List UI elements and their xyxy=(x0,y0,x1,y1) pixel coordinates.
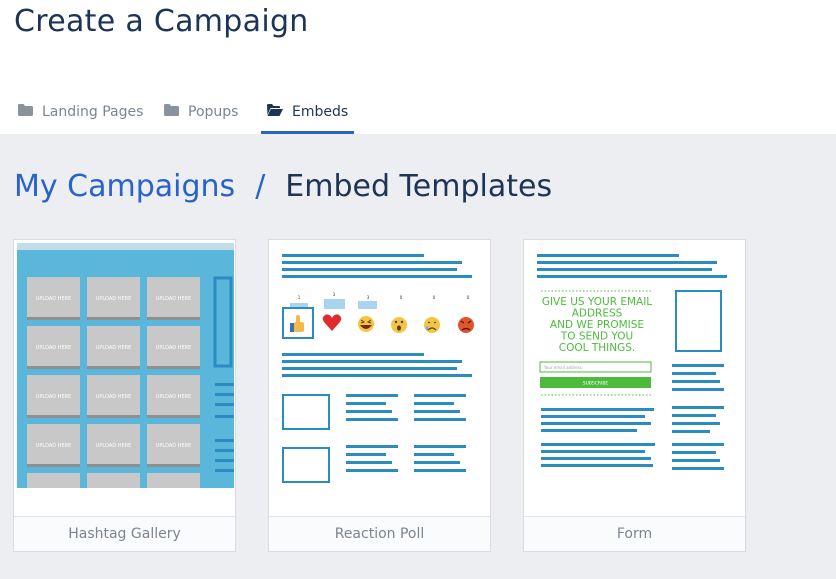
template-card-form[interactable]: GIVE US YOUR EMAIL ADDRESS AND WE PROMISE T… xyxy=(523,239,746,552)
form-headline-line: ADDRESS xyxy=(572,308,623,320)
tab-landing-pages[interactable]: Landing Pages xyxy=(18,90,143,134)
form-headline-line: AND WE PROMISE xyxy=(550,319,644,331)
folder-icon xyxy=(18,104,33,120)
svg-text:UPLOAD HERE: UPLOAD HERE xyxy=(36,345,72,351)
tab-landing-pages-label: Landing Pages xyxy=(42,104,144,120)
template-preview: 1 3 3 0 0 0 xyxy=(272,243,489,488)
poll-count: 3 xyxy=(333,292,336,297)
campaign-type-tabs: Landing Pages Popups Embeds xyxy=(0,90,836,134)
poll-count: 3 xyxy=(367,295,370,300)
form-headline-line: GIVE US YOUR EMAIL xyxy=(542,296,652,308)
template-name: Form xyxy=(524,516,745,551)
content-area: My Campaigns / Embed Templates UPLOAD HE… xyxy=(0,134,836,579)
svg-text:UPLOAD HERE: UPLOAD HERE xyxy=(36,296,72,302)
sad-emoji-icon xyxy=(424,317,440,333)
laughing-emoji-icon xyxy=(358,316,374,332)
svg-text:UPLOAD HERE: UPLOAD HERE xyxy=(96,394,132,400)
upload-tile: UPLOAD HERE xyxy=(147,326,200,369)
upload-tile: UPLOAD HERE xyxy=(27,326,80,369)
svg-text:UPLOAD HERE: UPLOAD HERE xyxy=(156,345,192,351)
svg-text:SUBSCRIBE: SUBSCRIBE xyxy=(583,381,609,387)
template-name: Hashtag Gallery xyxy=(14,516,235,551)
tab-popups[interactable]: Popups xyxy=(164,90,238,134)
upload-tile: UPLOAD HERE xyxy=(27,473,80,488)
upload-tile: UPLOAD HERE xyxy=(27,424,80,467)
folder-icon xyxy=(164,104,179,120)
breadcrumb: My Campaigns / Embed Templates xyxy=(14,169,552,204)
form-headline-line: TO SEND YOU xyxy=(560,331,633,343)
upload-tile: UPLOAD HERE xyxy=(87,375,140,418)
poll-count: 0 xyxy=(400,295,403,300)
breadcrumb-current: Embed Templates xyxy=(285,169,553,204)
tab-popups-label: Popups xyxy=(188,104,239,120)
tab-embeds[interactable]: Embeds xyxy=(260,90,355,134)
upload-tile: UPLOAD HERE xyxy=(87,424,140,467)
svg-text:UPLOAD HERE: UPLOAD HERE xyxy=(156,296,192,302)
upload-tile: UPLOAD HERE xyxy=(87,473,140,488)
angry-emoji-icon xyxy=(458,317,474,333)
svg-text:UPLOAD HERE: UPLOAD HERE xyxy=(96,345,132,351)
upload-tile: UPLOAD HERE xyxy=(147,424,200,467)
poll-count: 0 xyxy=(433,295,436,300)
breadcrumb-my-campaigns[interactable]: My Campaigns xyxy=(14,169,235,204)
upload-tile: UPLOAD HERE xyxy=(87,277,140,320)
upload-tile: UPLOAD HERE xyxy=(147,473,200,488)
template-card-reaction-poll[interactable]: 1 3 3 0 0 0 Reaction Poll xyxy=(268,239,491,552)
template-preview: GIVE US YOUR EMAIL ADDRESS AND WE PROMISE T… xyxy=(527,243,744,488)
poll-count: 1 xyxy=(298,295,301,300)
template-preview: UPLOAD HERE UPLOAD HERE UPLOAD HERE UPLOAD … xyxy=(17,243,234,488)
svg-text:Your email address: Your email address xyxy=(543,365,582,370)
page-title: Create a Campaign xyxy=(14,4,309,39)
folder-open-icon xyxy=(267,104,283,120)
svg-text:UPLOAD HERE: UPLOAD HERE xyxy=(156,394,192,400)
svg-text:UPLOAD HERE: UPLOAD HERE xyxy=(156,443,192,449)
wow-emoji-icon xyxy=(391,317,407,333)
breadcrumb-separator: / xyxy=(255,169,266,204)
tab-embeds-label: Embeds xyxy=(292,104,349,120)
template-name: Reaction Poll xyxy=(269,516,490,551)
upload-tile: UPLOAD HERE xyxy=(87,326,140,369)
svg-text:UPLOAD HERE: UPLOAD HERE xyxy=(36,394,72,400)
svg-text:UPLOAD HERE: UPLOAD HERE xyxy=(96,296,132,302)
svg-text:UPLOAD HERE: UPLOAD HERE xyxy=(96,443,132,449)
form-headline-line: COOL THINGS. xyxy=(559,342,635,354)
upload-tile: UPLOAD HERE xyxy=(147,375,200,418)
svg-text:UPLOAD HERE: UPLOAD HERE xyxy=(36,443,72,449)
upload-tile: UPLOAD HERE xyxy=(27,375,80,418)
upload-tile: UPLOAD HERE xyxy=(27,277,80,320)
upload-tile: UPLOAD HERE xyxy=(147,277,200,320)
template-card-hashtag-gallery[interactable]: UPLOAD HERE UPLOAD HERE UPLOAD HERE UPLOAD … xyxy=(13,239,236,552)
poll-count: 0 xyxy=(467,295,470,300)
